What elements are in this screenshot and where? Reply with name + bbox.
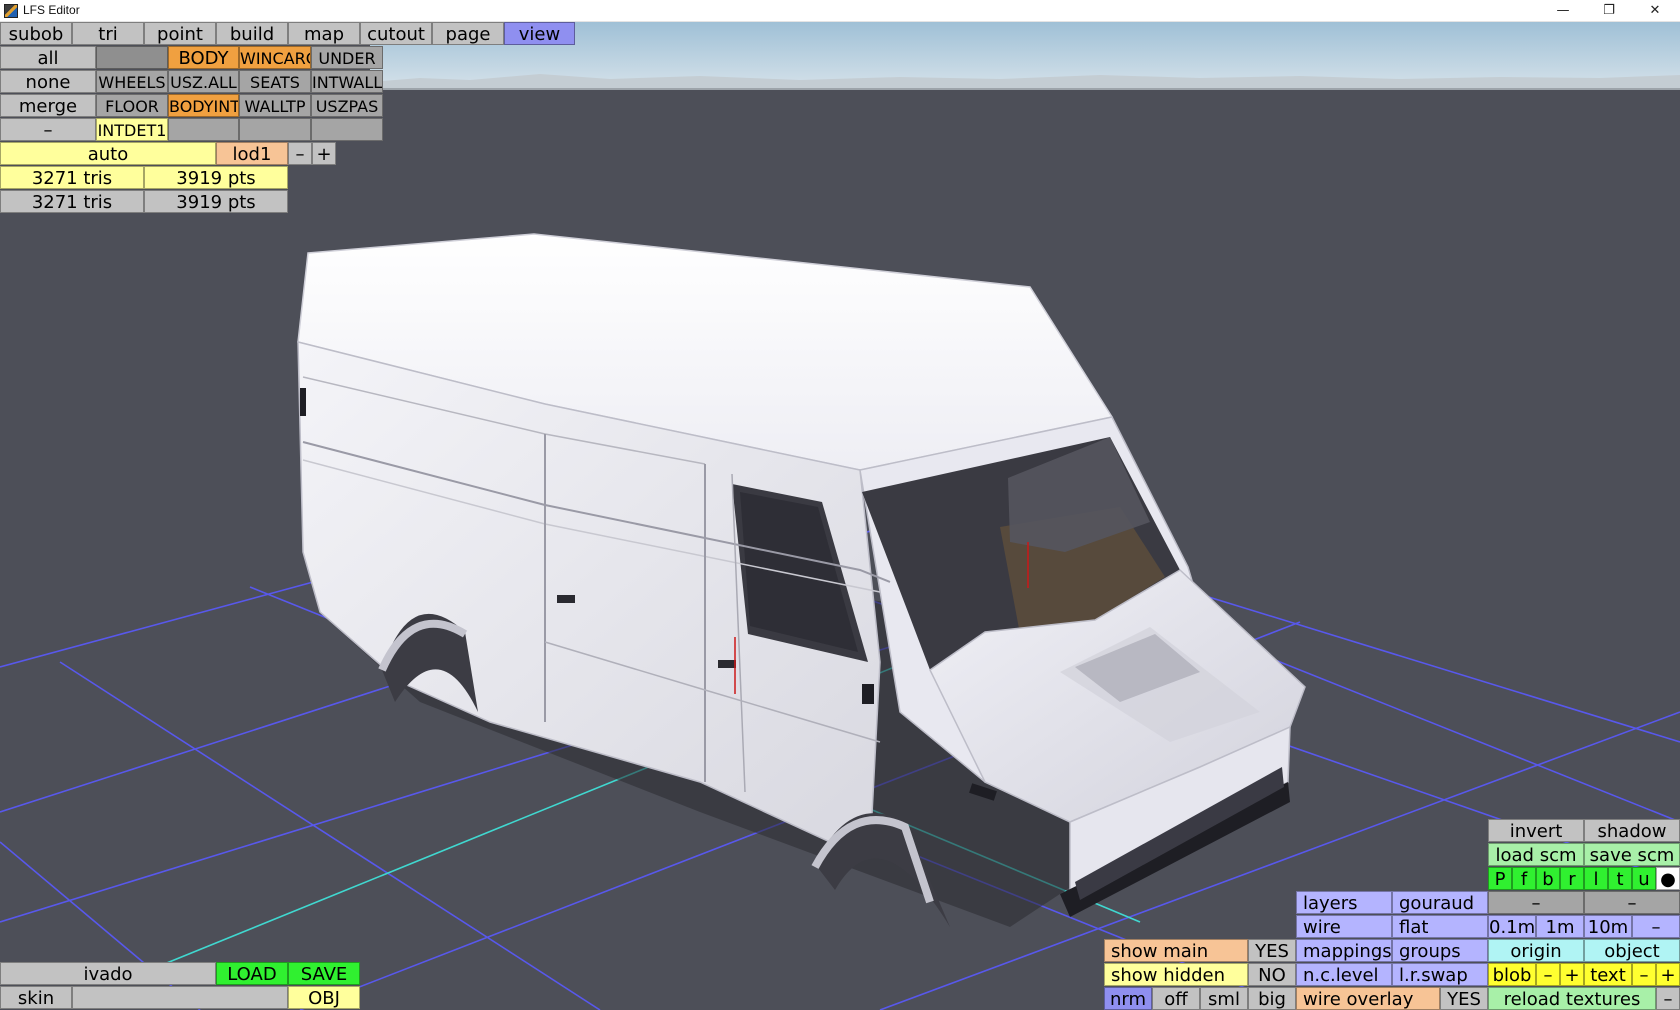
group-empty[interactable] [96,46,168,69]
select-all-button[interactable]: all [0,46,96,69]
mirror [862,684,874,704]
layers-button[interactable]: layers [1296,891,1392,914]
mappings-button[interactable]: mappings [1296,939,1392,962]
select-none-button[interactable]: none [0,70,96,93]
van-model [297,233,1306,927]
wire-overlay-value[interactable]: YES [1440,987,1488,1010]
tab-subob[interactable]: subob [0,22,72,45]
lod-plus-button[interactable]: + [312,142,336,165]
origin-button[interactable]: origin [1488,939,1584,962]
view-front-button[interactable]: f [1512,867,1536,890]
view-top-button[interactable]: t [1608,867,1632,890]
save-button[interactable]: SAVE [288,962,360,985]
point-count: 3919 pts [144,166,288,189]
object-button[interactable]: object [1584,939,1680,962]
load-scm-button[interactable]: load scm [1488,843,1584,866]
group-uszpas[interactable]: USZPAS [311,94,383,117]
load-button[interactable]: LOAD [216,962,288,985]
gouraud-button[interactable]: gouraud [1392,891,1488,914]
group-empty[interactable] [168,118,239,141]
window-title: LFS Editor [23,3,80,17]
rear-reflector [300,388,306,416]
flat-button[interactable]: flat [1392,915,1488,938]
size-big-button[interactable]: big [1248,987,1296,1010]
view-left-button[interactable]: l [1584,867,1608,890]
reload-dash-button[interactable]: – [1656,987,1680,1010]
show-hidden-value[interactable]: NO [1248,963,1296,986]
maximize-button[interactable]: ❐ [1586,0,1632,22]
grid-1m-button[interactable]: 1m [1536,915,1584,938]
text-button[interactable]: text [1584,963,1632,986]
group-intwall[interactable]: INTWALL [311,70,383,93]
merge-button[interactable]: merge [0,94,96,117]
group-bodyint[interactable]: BODYINT [168,94,239,117]
lod-mode-button[interactable]: auto [0,142,216,165]
group-usz-all[interactable]: USZ.ALL [168,70,239,93]
view-dot-button[interactable]: ● [1656,867,1680,890]
tab-map[interactable]: map [288,22,360,45]
blob-minus-button[interactable]: – [1536,963,1560,986]
invert-button[interactable]: invert [1488,819,1584,842]
blob-plus-button[interactable]: + [1560,963,1584,986]
text-minus-button[interactable]: – [1632,963,1656,986]
filename-field[interactable]: ivado [0,962,216,985]
minimize-button[interactable]: — [1540,0,1586,22]
grid-dash-button[interactable]: – [1632,915,1680,938]
size-sml-button[interactable]: sml [1200,987,1248,1010]
group-seats[interactable]: SEATS [239,70,311,93]
reload-textures-button[interactable]: reload textures [1488,987,1656,1010]
groups-button[interactable]: groups [1392,939,1488,962]
skin-name-field[interactable] [72,986,288,1009]
nc-level-button[interactable]: n.c.level [1296,963,1392,986]
group-under[interactable]: UNDER [311,46,383,69]
view-dash-left-button[interactable]: – [1488,891,1584,914]
blob-button[interactable]: blob [1488,963,1536,986]
tri-count-total: 3271 tris [0,190,144,213]
tab-cutout[interactable]: cutout [360,22,432,45]
group-empty[interactable] [239,118,311,141]
group-floor[interactable]: FLOOR [96,94,168,117]
show-main-value[interactable]: YES [1248,939,1296,962]
view-under-button[interactable]: u [1632,867,1656,890]
group-wheels[interactable]: WHEELS [96,70,168,93]
show-hidden-button[interactable]: show hidden [1104,963,1248,986]
tab-view[interactable]: view [504,22,575,45]
lr-swap-button[interactable]: l.r.swap [1392,963,1488,986]
view-dash-right-button[interactable]: – [1584,891,1680,914]
tab-point[interactable]: point [144,22,216,45]
tab-page[interactable]: page [432,22,504,45]
group-intdet1[interactable]: INTDET1 [96,118,168,141]
text-plus-button[interactable]: + [1656,963,1680,986]
title-bar: LFS Editor — ❐ ✕ [0,0,1680,22]
grid-10m-button[interactable]: 10m [1584,915,1632,938]
wire-button[interactable]: wire [1296,915,1392,938]
close-button[interactable]: ✕ [1632,0,1678,22]
app-icon [4,4,18,18]
view-back-button[interactable]: b [1536,867,1560,890]
obj-button[interactable]: OBJ [288,986,360,1009]
view-perspective-button[interactable]: P [1488,867,1512,890]
tab-build[interactable]: build [216,22,288,45]
save-scm-button[interactable]: save scm [1584,843,1680,866]
shadow-button[interactable]: shadow [1584,819,1680,842]
lod-level-button[interactable]: lod1 [216,142,288,165]
group-walltp[interactable]: WALLTP [239,94,311,117]
tri-count: 3271 tris [0,166,144,189]
door-handle [557,595,575,603]
group-wincarg[interactable]: WINCARG [239,46,311,69]
size-off-button[interactable]: off [1152,987,1200,1010]
show-main-button[interactable]: show main [1104,939,1248,962]
group-empty[interactable] [311,118,383,141]
tab-tri[interactable]: tri [72,22,144,45]
wire-overlay-button[interactable]: wire overlay [1296,987,1440,1010]
group-body[interactable]: BODY [168,46,239,69]
size-nrm-button[interactable]: nrm [1104,987,1152,1010]
skin-button[interactable]: skin [0,986,72,1009]
view-right-button[interactable]: r [1560,867,1584,890]
group-dash-button[interactable]: – [0,118,96,141]
grid-0-1m-button[interactable]: 0.1m [1488,915,1536,938]
lod-minus-button[interactable]: – [288,142,312,165]
door-handle [718,660,736,668]
point-count-total: 3919 pts [144,190,288,213]
